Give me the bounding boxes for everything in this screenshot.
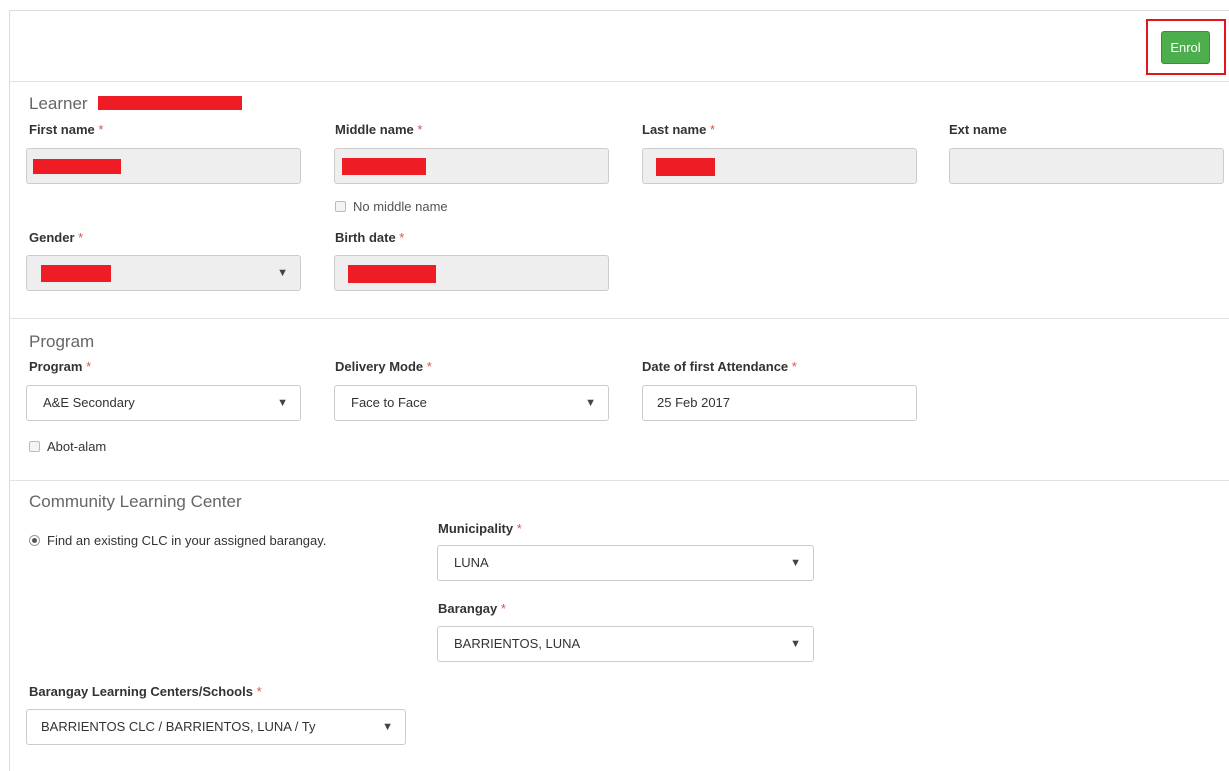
- program-value: A&E Secondary: [43, 395, 135, 410]
- last-name-field[interactable]: [642, 148, 917, 184]
- program-select[interactable]: A&E Secondary ▼: [26, 385, 301, 421]
- redacted-last-name: [656, 158, 715, 176]
- section-title-clc: Community Learning Center: [29, 492, 242, 511]
- abot-alam-checkbox[interactable]: [29, 441, 40, 452]
- barangay-label: Barangay *: [438, 601, 506, 616]
- delivery-mode-select[interactable]: Face to Face ▼: [334, 385, 609, 421]
- find-existing-clc-label: Find an existing CLC in your assigned ba…: [47, 533, 327, 548]
- redacted-first-name: [33, 159, 121, 174]
- section-title-program: Program: [29, 332, 95, 351]
- no-middle-name-checkbox[interactable]: [335, 201, 346, 212]
- last-name-label: Last name *: [642, 122, 715, 137]
- municipality-select[interactable]: LUNA ▼: [437, 545, 814, 581]
- barangay-value: BARRIENTOS, LUNA: [454, 636, 581, 651]
- delivery-mode-label: Delivery Mode *: [335, 359, 432, 374]
- birth-date-label: Birth date *: [335, 230, 405, 245]
- barangay-select[interactable]: BARRIENTOS, LUNA ▼: [437, 626, 814, 662]
- redacted-middle-name: [342, 158, 426, 175]
- middle-name-label: Middle name *: [335, 122, 423, 137]
- gender-select[interactable]: ▼: [26, 255, 301, 291]
- chevron-down-icon: ▼: [790, 638, 801, 650]
- find-existing-clc-radio[interactable]: [29, 535, 40, 546]
- redacted-learner-name: [98, 96, 242, 110]
- chevron-down-icon: ▼: [277, 267, 288, 279]
- first-name-label: First name *: [29, 122, 104, 137]
- middle-name-field[interactable]: [334, 148, 609, 184]
- divider: [10, 81, 1229, 82]
- abot-alam-label: Abot-alam: [47, 439, 107, 454]
- section-title-learner: Learner: [29, 94, 88, 113]
- chevron-down-icon: ▼: [790, 557, 801, 569]
- delivery-mode-value: Face to Face: [351, 395, 427, 410]
- ext-name-label: Ext name: [949, 122, 1007, 137]
- abot-alam-option[interactable]: Abot-alam: [29, 439, 106, 454]
- first-name-field[interactable]: [26, 148, 301, 184]
- divider: [10, 318, 1229, 319]
- birth-date-field[interactable]: [334, 255, 609, 291]
- gender-label: Gender *: [29, 230, 84, 245]
- program-label: Program *: [29, 359, 92, 374]
- chevron-down-icon: ▼: [378, 710, 393, 744]
- first-attendance-field[interactable]: 25 Feb 2017: [642, 385, 917, 421]
- municipality-label: Municipality *: [438, 521, 522, 536]
- centers-select[interactable]: BARRIENTOS CLC / BARRIENTOS, LUNA / Ty ▼: [26, 709, 406, 745]
- redacted-birth-date: [348, 265, 436, 283]
- redacted-gender: [41, 265, 111, 282]
- first-attendance-label: Date of first Attendance *: [642, 359, 797, 374]
- no-middle-name-option[interactable]: No middle name: [335, 199, 448, 214]
- centers-label: Barangay Learning Centers/Schools *: [29, 684, 262, 699]
- enrol-button[interactable]: Enrol: [1161, 31, 1210, 64]
- chevron-down-icon: ▼: [585, 397, 596, 409]
- divider: [10, 480, 1229, 481]
- chevron-down-icon: ▼: [277, 397, 288, 409]
- ext-name-field[interactable]: [949, 148, 1224, 184]
- find-existing-clc-option[interactable]: Find an existing CLC in your assigned ba…: [29, 533, 326, 548]
- municipality-value: LUNA: [454, 555, 489, 570]
- no-middle-name-label: No middle name: [353, 199, 448, 214]
- centers-value: BARRIENTOS CLC / BARRIENTOS, LUNA / Ty: [41, 719, 316, 734]
